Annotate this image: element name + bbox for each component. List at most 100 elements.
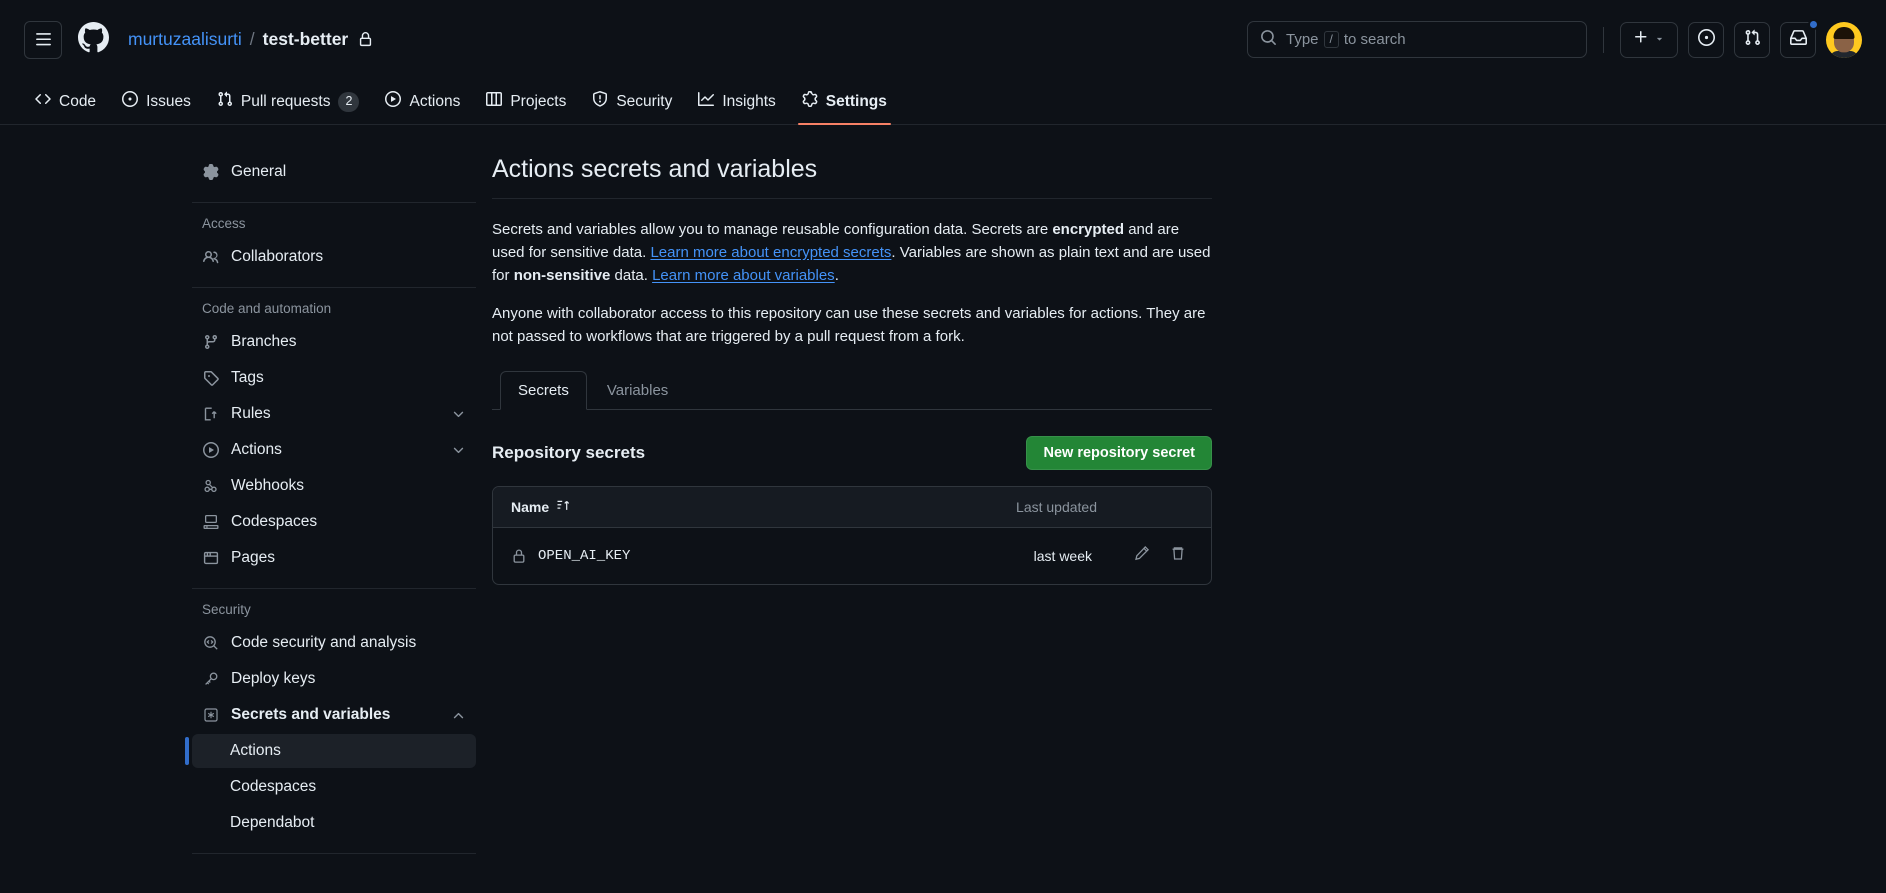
codespaces-icon [202, 514, 220, 530]
sidebar-item-tags[interactable]: Tags [192, 361, 476, 395]
desc-bold-non-sensitive: non-sensitive [513, 266, 611, 284]
pencil-icon [1134, 545, 1150, 566]
sidebar-item-label: Actions [231, 441, 282, 458]
reponav-item-actions[interactable]: Actions [372, 79, 473, 124]
sidebar-item-codespaces[interactable]: Codespaces [192, 505, 476, 539]
reponav-item-security[interactable]: Security [579, 79, 685, 124]
reponav-item-issues[interactable]: Issues [109, 79, 204, 124]
sidebar-item-code-security[interactable]: Code security and analysis [192, 626, 476, 660]
link-variables[interactable]: Learn more about variables [652, 267, 835, 284]
sidebar-item-branches[interactable]: Branches [192, 325, 476, 359]
sidebar-item-webhooks[interactable]: Webhooks [192, 469, 476, 503]
github-home-link[interactable] [78, 21, 109, 58]
sidebar-subitem-label: Actions [230, 742, 281, 759]
new-repository-secret-button[interactable]: New repository secret [1026, 435, 1212, 470]
column-header-name[interactable]: Name [511, 498, 571, 516]
sidebar-divider [192, 287, 476, 288]
notifications-button[interactable] [1780, 18, 1819, 58]
sidebar-item-collaborators[interactable]: Collaborators [192, 240, 476, 274]
sidebar-heading-code-automation: Code and automation [202, 301, 332, 316]
lock-icon [358, 32, 373, 47]
rules-icon [202, 406, 220, 422]
reponav-item-insights[interactable]: Insights [685, 79, 788, 124]
reponav-item-settings[interactable]: Settings [789, 79, 900, 125]
sidebar-item-label: Tags [231, 369, 264, 386]
sort-asc-icon [556, 498, 571, 516]
sidebar-item-label: Deploy keys [231, 670, 316, 687]
sidebar-subitem-codespaces[interactable]: Codespaces [192, 770, 476, 804]
reponav-label: Code [59, 92, 97, 110]
code-icon [35, 91, 51, 112]
avatar[interactable] [1826, 21, 1862, 58]
sidebar-item-actions[interactable]: Actions [192, 433, 476, 467]
secrets-table: Name Last updated OPEN_AI_KEY last week [492, 485, 1212, 585]
sidebar-subitem-actions[interactable]: Actions [185, 734, 476, 768]
sidebar-item-label: Pages [231, 549, 275, 566]
desc-text-5: . [834, 266, 839, 284]
pull-requests-button[interactable] [1734, 21, 1770, 58]
browser-icon [202, 550, 220, 566]
sidebar-item-label: Secrets and variables [231, 706, 391, 723]
sidebar-item-rules[interactable]: Rules [192, 397, 476, 431]
column-header-name-label: Name [511, 498, 550, 515]
breadcrumb-separator: / [249, 29, 255, 49]
reponav-item-pull-requests[interactable]: Pull requests 2 [204, 79, 373, 124]
gear-icon [802, 91, 818, 112]
search-placeholder-prefix: Type [1286, 31, 1319, 48]
sidebar-subitem-label: Codespaces [230, 778, 317, 795]
section-title: Repository secrets [492, 442, 646, 462]
chevron-down-icon[interactable] [451, 443, 466, 458]
reponav-item-code[interactable]: Code [22, 79, 109, 124]
git-pull-request-icon [217, 91, 233, 112]
hamburger-icon [35, 31, 52, 48]
sidebar-item-deploy-keys[interactable]: Deploy keys [192, 662, 476, 696]
issues-button[interactable] [1688, 21, 1724, 58]
sidebar-subitem-dependabot[interactable]: Dependabot [192, 806, 476, 840]
git-pull-request-icon [1744, 29, 1761, 51]
key-icon [202, 671, 220, 687]
sidebar-item-label: General [231, 163, 287, 180]
reponav-label: Issues [146, 92, 191, 110]
edit-secret-button[interactable] [1127, 541, 1157, 571]
sidebar-divider [192, 588, 476, 589]
hamburger-menu-button[interactable] [24, 20, 62, 59]
search-placeholder: Type / to search [1286, 31, 1406, 48]
breadcrumb-owner[interactable]: murtuzaalisurti [128, 29, 242, 50]
secret-name: OPEN_AI_KEY [538, 547, 631, 564]
sidebar-item-secrets-and-variables[interactable]: Secrets and variables [192, 698, 476, 732]
sidebar-item-label: Code security and analysis [231, 634, 417, 651]
play-circle-icon [202, 442, 220, 458]
link-encrypted-secrets[interactable]: Learn more about encrypted secrets [650, 244, 891, 261]
chevron-down-icon[interactable] [451, 407, 466, 422]
sidebar-item-pages[interactable]: Pages [192, 541, 476, 575]
tag-icon [202, 370, 220, 386]
create-new-button[interactable] [1620, 21, 1678, 58]
description-paragraph-2: Anyone with collaborator access to this … [492, 305, 1206, 346]
table-icon [486, 91, 503, 112]
tab-variables[interactable]: Variables [589, 371, 686, 410]
gear-icon [202, 164, 220, 180]
lock-icon [511, 548, 527, 564]
breadcrumb-repo[interactable]: test-better [263, 29, 349, 50]
delete-secret-button[interactable] [1163, 541, 1193, 571]
reponav-label: Settings [825, 92, 887, 110]
search-input[interactable]: Type / to search [1247, 21, 1587, 58]
sidebar-item-general[interactable]: General [192, 155, 476, 189]
chevron-up-icon[interactable] [451, 708, 466, 723]
issue-opened-icon [122, 91, 139, 112]
reponav-label: Actions [409, 92, 461, 110]
header-actions: Type / to search [1247, 18, 1862, 58]
search-slash-key: / [1323, 31, 1339, 48]
code-search-icon [202, 635, 220, 651]
sidebar-heading-security: Security [202, 602, 251, 617]
desc-text-4: data. [610, 266, 653, 284]
tab-secrets[interactable]: Secrets [500, 370, 587, 410]
inbox-icon [1789, 29, 1807, 51]
reponav-label: Pull requests [240, 92, 331, 110]
plus-icon [1633, 29, 1649, 50]
asterisk-key-icon [202, 707, 220, 723]
column-header-last-updated: Last updated [1016, 498, 1097, 515]
reponav-item-projects[interactable]: Projects [473, 79, 579, 124]
table-row[interactable]: OPEN_AI_KEY last week [493, 528, 1211, 584]
header-divider [1603, 26, 1604, 53]
